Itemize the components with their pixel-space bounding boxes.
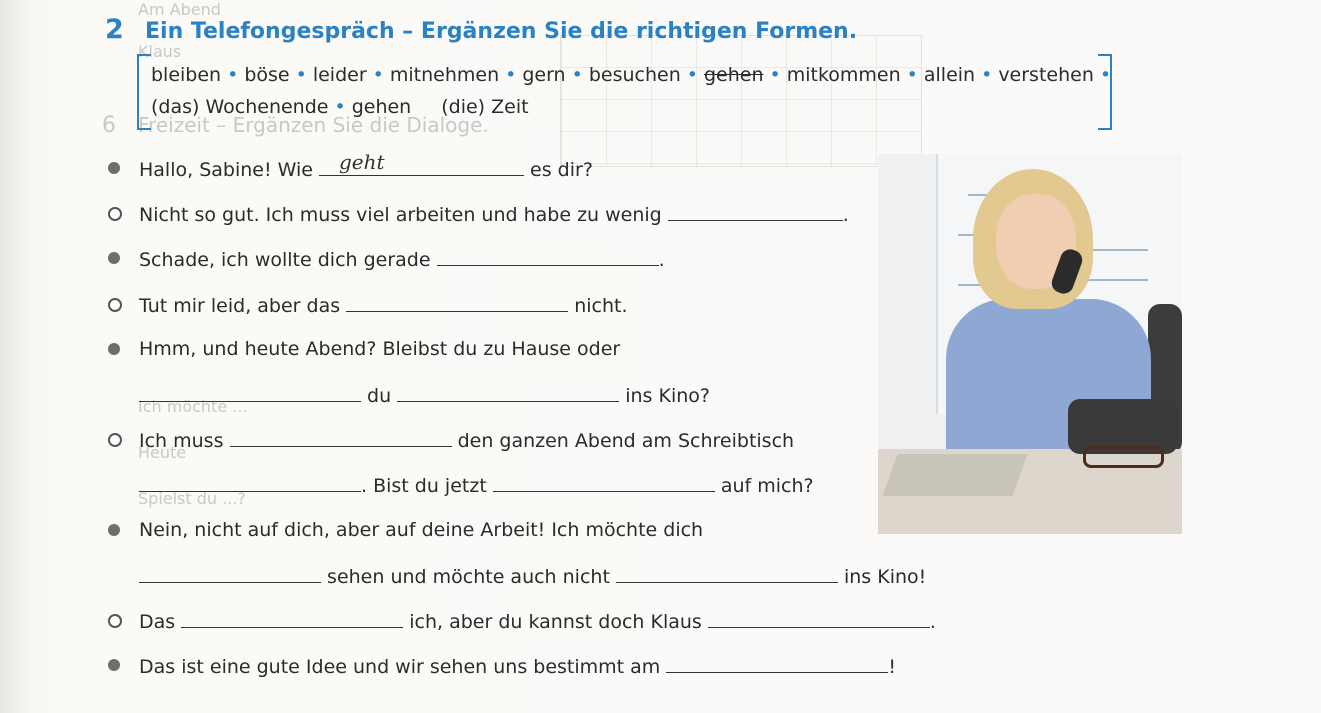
answer-blank[interactable]	[436, 247, 659, 267]
dialogue-segment: Ich muss	[139, 430, 230, 453]
dialogue-segment: Hmm, und heute Abend? Bleibst du zu Haus…	[139, 337, 621, 360]
dialogue-segment: !	[888, 656, 896, 679]
dialogue-segment: Tut mir leid, aber das	[139, 294, 347, 317]
speaker-a-bullet-icon	[108, 252, 120, 265]
word-box-word: gern	[522, 64, 566, 86]
bleed-through-text: Am Abend	[138, 0, 221, 19]
word-box-word: allein	[923, 64, 976, 86]
dialogue-segment: Hallo, Sabine! Wie	[139, 159, 319, 181]
answer-blank[interactable]	[667, 202, 843, 222]
answer-blank[interactable]	[615, 564, 838, 583]
dialogue-text: Tut mir leid, aber das nicht.	[139, 293, 628, 317]
word-box-line-2: (das) Wochenende • gehen (die) Zeit	[151, 96, 529, 118]
word-separator: •	[334, 96, 346, 118]
word-box-word: verstehen	[998, 64, 1094, 86]
dialogue-text: Das ist eine gute Idee und wir sehen uns…	[139, 654, 896, 678]
speaker-b-bullet-icon	[108, 433, 122, 448]
word-box-word: mitnehmen	[389, 64, 500, 86]
glasses-icon	[1083, 446, 1164, 468]
word-box-word: gehen	[703, 64, 764, 86]
dialogue-segment: es dir?	[524, 159, 593, 181]
answer-blank[interactable]	[666, 654, 889, 674]
word-separator: •	[906, 64, 918, 86]
exercise-number: 2	[105, 14, 124, 45]
word-separator: •	[571, 64, 583, 86]
word-separator: •	[769, 64, 781, 86]
dialogue-segment: Nicht so gut. Ich muss viel arbeiten und…	[139, 204, 668, 227]
dialogue-segment: Schade, ich wollte dich gerade	[139, 249, 437, 272]
dialogue-segment: Das	[139, 611, 182, 633]
speaker-a-bullet-icon	[108, 523, 120, 536]
answer-blank[interactable]	[397, 383, 620, 402]
handwritten-answer: geht	[339, 150, 385, 174]
dialogue-segment: du	[361, 385, 398, 407]
word-separator: •	[1099, 64, 1112, 86]
paper-tray	[882, 454, 1028, 496]
dialogue-text: Hallo, Sabine! Wie geht es dir?	[139, 150, 593, 181]
speaker-b-bullet-icon	[108, 207, 122, 222]
dialogue-text: . Bist du jetzt auf mich?	[139, 473, 814, 497]
answer-blank[interactable]	[139, 473, 361, 493]
word-box-word: böse	[244, 64, 290, 86]
word-box-line-1: bleiben • böse • leider • mitnehmen • gern • besuc…	[151, 64, 1117, 86]
answer-blank[interactable]	[181, 609, 404, 628]
woman-on-phone-photo	[878, 154, 1182, 534]
answer-blank[interactable]: geht	[319, 150, 524, 176]
word-box-word: besuchen	[588, 64, 681, 86]
word-box-word: leider	[312, 64, 367, 86]
dialogue-segment: . Bist du jetzt	[361, 475, 493, 498]
word-separator: •	[981, 64, 993, 86]
dialogue-text: Nein, nicht auf dich, aber auf deine Arb…	[139, 519, 703, 541]
dialogue-text: du ins Kino?	[139, 383, 710, 407]
word-separator: •	[686, 64, 698, 86]
word-box-word: bleiben	[151, 64, 222, 86]
dialogue-segment: ins Kino?	[619, 385, 710, 407]
dialogue-segment: nicht.	[568, 294, 628, 317]
exercise-title: Ein Telefongespräch – Ergänzen Sie die r…	[145, 19, 858, 44]
speaker-a-bullet-icon	[108, 162, 120, 174]
word-separator: •	[295, 64, 307, 86]
bleed-through-text: 6	[102, 113, 116, 138]
word-separator: •	[227, 64, 239, 86]
answer-blank[interactable]	[707, 609, 930, 628]
dialogue-segment: sehen und möchte auch nicht	[321, 565, 616, 588]
dialogue-segment: .	[842, 204, 849, 227]
word-separator: •	[505, 64, 517, 86]
dialogue-text: Das ich, aber du kannst doch Klaus .	[139, 609, 936, 633]
dialogue-segment: .	[658, 249, 665, 272]
dialogue-segment: Das ist eine gute Idee und wir sehen uns…	[139, 656, 667, 679]
dialogue-segment: auf mich?	[714, 475, 814, 498]
answer-blank[interactable]	[139, 564, 321, 583]
dialogue-text: Nicht so gut. Ich muss viel arbeiten und…	[139, 202, 849, 226]
word-separator: •	[372, 64, 384, 86]
speaker-b-bullet-icon	[108, 614, 122, 628]
word-box-word: mitkommen	[786, 64, 901, 86]
dialogue-segment: den ganzen Abend am Schreibtisch	[451, 430, 795, 453]
word-box-bracket-left	[137, 54, 151, 130]
dialogue-segment: .	[929, 611, 936, 633]
dialogue-segment: Nein, nicht auf dich, aber auf deine Arb…	[139, 518, 704, 541]
speaker-b-bullet-icon	[108, 297, 122, 312]
dialogue-segment: ins Kino!	[837, 565, 927, 588]
word-box: bleiben • böse • leider • mitnehmen • gern • besuc…	[137, 54, 1112, 130]
speaker-a-bullet-icon	[108, 659, 120, 672]
word-box-word: gehen	[351, 96, 412, 118]
speaker-a-bullet-icon	[108, 342, 120, 355]
answer-blank[interactable]	[346, 293, 569, 312]
answer-blank[interactable]	[229, 428, 452, 448]
dialogue-text: sehen und möchte auch nicht ins Kino!	[139, 564, 926, 588]
word-box-word: (die) Zeit	[441, 96, 529, 118]
answer-blank[interactable]	[492, 473, 715, 493]
dialogue-segment: ich, aber du kannst doch Klaus	[403, 611, 708, 633]
answer-blank[interactable]	[139, 383, 361, 402]
dialogue-text: Ich muss den ganzen Abend am Schreibtisc…	[139, 428, 794, 452]
dialogue-text: Hmm, und heute Abend? Bleibst du zu Haus…	[139, 338, 620, 360]
dialogue-text: Schade, ich wollte dich gerade .	[139, 247, 665, 271]
word-box-word: (das) Wochenende	[151, 96, 329, 118]
